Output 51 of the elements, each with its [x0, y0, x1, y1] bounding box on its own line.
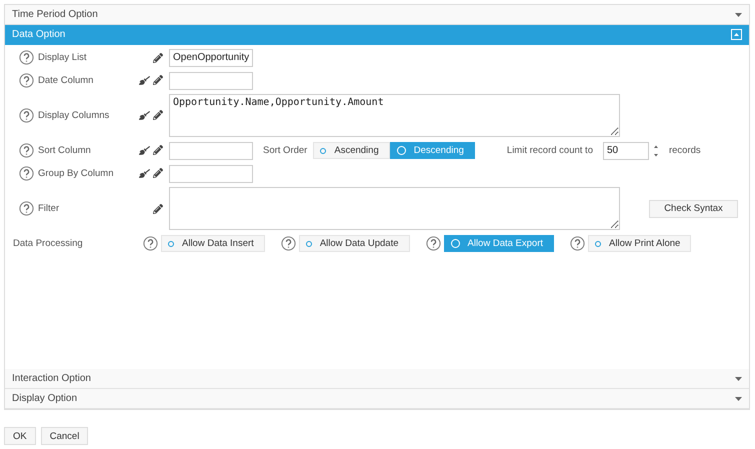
edit-icon[interactable] [153, 75, 163, 85]
help-icon[interactable] [19, 201, 34, 216]
help-icon[interactable] [143, 236, 158, 251]
edit-icon[interactable] [153, 110, 163, 120]
dialog-button[interactable]: Cancel [40, 427, 88, 445]
field-label: Data Processing [13, 238, 83, 249]
help-icon[interactable] [570, 236, 586, 251]
dialog-button[interactable]: OK [4, 427, 36, 445]
spinner-icon[interactable] [652, 144, 659, 158]
input-field[interactable] [169, 164, 253, 182]
input-field[interactable] [169, 142, 253, 160]
field-label: Date Column [38, 75, 94, 86]
field-label: Group By Column [38, 168, 114, 179]
processing-option[interactable]: Allow Print Alone [588, 235, 692, 252]
help-icon[interactable] [19, 50, 34, 65]
help-icon[interactable] [19, 143, 34, 158]
input-field[interactable] [169, 72, 253, 90]
section-header[interactable]: Display Option [5, 389, 749, 409]
edit-icon[interactable] [153, 204, 163, 214]
broom-icon[interactable] [139, 110, 150, 121]
check-syntax-button[interactable]: Check Syntax [649, 200, 738, 218]
edit-icon[interactable] [153, 52, 163, 62]
section-header[interactable]: Interaction Option [5, 369, 749, 389]
field-label: Sort Column [38, 145, 91, 156]
help-icon[interactable] [280, 236, 296, 251]
help-icon[interactable] [19, 108, 34, 123]
expand-icon[interactable] [735, 376, 742, 380]
unit-label: records [668, 145, 701, 156]
broom-icon[interactable] [139, 168, 150, 179]
help-icon[interactable] [426, 236, 440, 251]
processing-option[interactable]: Allow Data Insert [161, 235, 265, 252]
expand-icon[interactable] [735, 12, 742, 16]
text-area[interactable]: Opportunity.Name,Opportunity.Amount [169, 94, 620, 137]
limit-label: Limit record count to [506, 145, 593, 156]
section-header[interactable]: Time Period Option [5, 5, 749, 25]
field-label: Filter [38, 203, 60, 214]
sort-option[interactable]: Ascending [313, 142, 390, 159]
sort-order-label: Sort Order [263, 145, 308, 156]
expand-icon[interactable] [735, 396, 742, 400]
input-field[interactable]: OpenOpportunity [169, 48, 253, 66]
collapse-icon[interactable] [731, 29, 742, 40]
help-icon[interactable] [19, 166, 34, 181]
edit-icon[interactable] [153, 145, 163, 155]
edit-icon[interactable] [153, 168, 163, 178]
field-label: Display Columns [38, 110, 110, 121]
broom-icon[interactable] [139, 75, 150, 86]
broom-icon[interactable] [139, 145, 150, 156]
processing-option[interactable]: Allow Data Update [298, 235, 410, 252]
number-field[interactable]: 50 [602, 142, 649, 160]
help-icon[interactable] [19, 73, 34, 88]
field-label: Display List [38, 52, 87, 63]
